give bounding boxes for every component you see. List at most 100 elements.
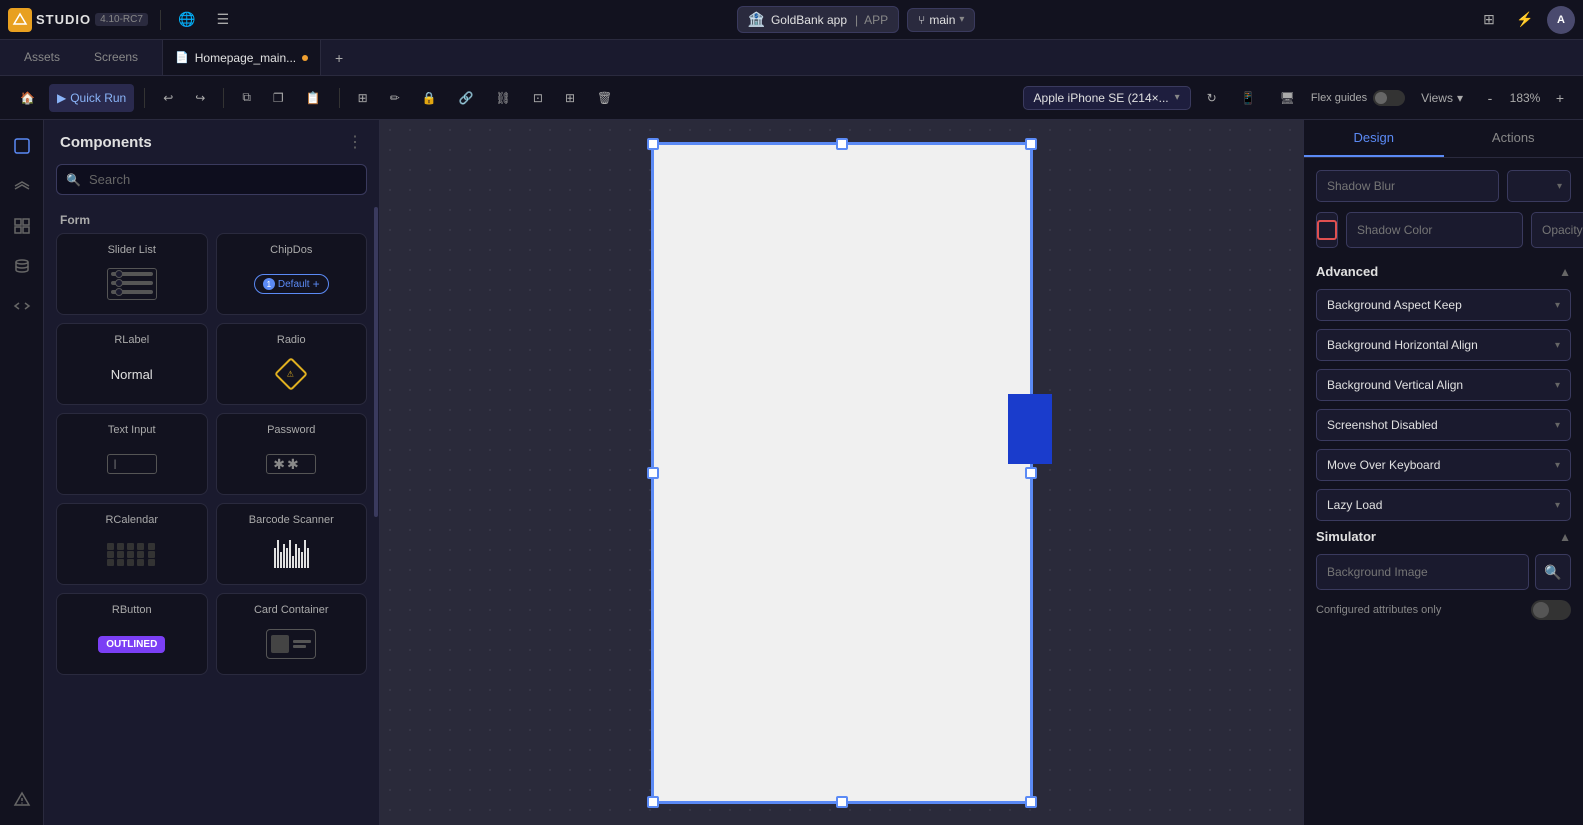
- handle-bottom-left[interactable]: [647, 796, 659, 808]
- advanced-collapse-btn[interactable]: ▲: [1559, 265, 1571, 279]
- handle-mid-left[interactable]: [647, 467, 659, 479]
- flex-guides-label: Flex guides: [1311, 92, 1367, 104]
- copy-icon: ⧉: [242, 90, 251, 105]
- zoom-in-btn[interactable]: +: [1549, 87, 1571, 109]
- quick-run-btn[interactable]: ▶ Quick Run: [49, 84, 134, 112]
- unlink-btn[interactable]: ⛓: [488, 84, 519, 112]
- tab-assets[interactable]: Assets: [8, 40, 76, 75]
- globe-icon-btn[interactable]: 🌐: [173, 6, 201, 34]
- home-btn[interactable]: 🏠: [12, 84, 43, 112]
- file-tab-modified-dot: [302, 55, 308, 61]
- tab-screens[interactable]: Screens: [78, 40, 154, 75]
- background-vertical-align-label: Background Vertical Align: [1327, 378, 1463, 392]
- handle-mid-right[interactable]: [1025, 467, 1037, 479]
- shadow-opacity-input[interactable]: [1531, 212, 1583, 248]
- sidebar-components-icon[interactable]: [4, 208, 40, 244]
- shadow-blur-input[interactable]: [1316, 170, 1499, 202]
- component-label-slider-list: Slider List: [108, 244, 156, 256]
- panel-scrollbar[interactable]: [373, 205, 379, 825]
- delete-btn[interactable]: 🗑: [589, 84, 620, 112]
- menu-icon-btn[interactable]: ☰: [209, 6, 237, 34]
- panel-menu-btn[interactable]: ⋮: [347, 132, 363, 152]
- component-password[interactable]: Password ✱✱: [216, 413, 368, 495]
- sidebar-layers-icon[interactable]: [4, 168, 40, 204]
- lock-btn[interactable]: 🔒: [414, 84, 445, 112]
- component-label-rlabel: RLabel: [114, 334, 149, 346]
- handle-top-center[interactable]: [836, 138, 848, 150]
- background-vertical-align-dropdown[interactable]: Background Vertical Align ▾: [1316, 369, 1571, 401]
- avatar[interactable]: A: [1547, 6, 1575, 34]
- right-panel-content: ▾ Advanced ▲ Backg: [1304, 158, 1583, 825]
- handle-top-right[interactable]: [1025, 138, 1037, 150]
- component-preview-radio: ⚠: [227, 354, 357, 394]
- views-btn[interactable]: Views ▾: [1413, 87, 1471, 109]
- tab-actions[interactable]: Actions: [1444, 120, 1583, 157]
- extensions-icon-btn[interactable]: ⊞: [1475, 6, 1503, 34]
- branch-chevron-icon: ▾: [959, 14, 964, 25]
- topbar-right: ⊞ ⚡ A: [1475, 6, 1575, 34]
- group-icon: ⊞: [358, 91, 368, 105]
- handle-bottom-right[interactable]: [1025, 796, 1037, 808]
- edit-btn[interactable]: ✏: [382, 84, 408, 112]
- duplicate-btn[interactable]: ❐: [265, 84, 292, 112]
- grid-btn[interactable]: ⊞: [557, 84, 583, 112]
- background-image-search-btn[interactable]: 🔍: [1535, 554, 1571, 590]
- wrap-btn[interactable]: ⊡: [525, 84, 551, 112]
- mobile-view-btn[interactable]: 📱: [1233, 84, 1264, 112]
- flash-icon-btn[interactable]: ⚡: [1511, 6, 1539, 34]
- component-radio[interactable]: Radio ⚠: [216, 323, 368, 405]
- device-selector[interactable]: Apple iPhone SE (214×... ▾: [1023, 86, 1191, 110]
- background-horizontal-align-dropdown[interactable]: Background Horizontal Align ▾: [1316, 329, 1571, 361]
- app-logo: STUDIO 4.10-RC7: [8, 8, 148, 32]
- link-btn[interactable]: 🔗: [451, 84, 482, 112]
- sidebar-warning-icon[interactable]: [4, 781, 40, 817]
- desktop-view-btn[interactable]: 🖥: [1272, 84, 1303, 112]
- configured-attributes-thumb: [1533, 602, 1549, 618]
- panel-collapse-btn[interactable]: ‹: [1303, 453, 1304, 493]
- copy-btn[interactable]: ⧉: [234, 84, 259, 112]
- lazy-load-dropdown[interactable]: Lazy Load ▾: [1316, 489, 1571, 521]
- background-aspect-keep-dropdown[interactable]: Background Aspect Keep ▾: [1316, 289, 1571, 321]
- handle-bottom-center[interactable]: [836, 796, 848, 808]
- simulator-collapse-btn[interactable]: ▲: [1559, 530, 1571, 544]
- shadow-color-swatch[interactable]: [1316, 212, 1338, 248]
- component-barcode[interactable]: Barcode Scanner: [216, 503, 368, 585]
- background-image-input[interactable]: [1316, 554, 1529, 590]
- refresh-btn[interactable]: ↻: [1199, 84, 1225, 112]
- component-chipdos[interactable]: ChipDos 1 Default +: [216, 233, 368, 315]
- tab-design[interactable]: Design: [1304, 120, 1444, 157]
- redo-btn[interactable]: ↪: [187, 84, 213, 112]
- configured-attributes-toggle[interactable]: [1531, 600, 1571, 620]
- sidebar-database-icon[interactable]: [4, 248, 40, 284]
- flex-guides-switch[interactable]: [1373, 90, 1405, 106]
- sidebar-home-icon[interactable]: [4, 128, 40, 164]
- device-frame[interactable]: [652, 143, 1032, 803]
- component-card-container[interactable]: Card Container: [216, 593, 368, 675]
- blue-element[interactable]: [1008, 394, 1052, 464]
- component-rlabel[interactable]: RLabel Normal: [56, 323, 208, 405]
- zoom-out-btn[interactable]: -: [1479, 87, 1501, 109]
- group-btn[interactable]: ⊞: [350, 84, 376, 112]
- app-pill-type: |: [855, 13, 858, 27]
- handle-top-left[interactable]: [647, 138, 659, 150]
- undo-btn[interactable]: ↩: [155, 84, 181, 112]
- app-pill[interactable]: 🏦 GoldBank app | APP: [737, 6, 900, 33]
- branch-pill[interactable]: ⑂ main ▾: [907, 8, 975, 32]
- canvas-area[interactable]: [380, 120, 1303, 825]
- paste-btn[interactable]: 📋: [298, 84, 329, 112]
- component-preview-password: ✱✱: [227, 444, 357, 484]
- branch-icon: ⑂: [918, 13, 925, 27]
- search-input[interactable]: [56, 164, 367, 195]
- component-slider-list[interactable]: Slider List: [56, 233, 208, 315]
- component-text-input[interactable]: Text Input |: [56, 413, 208, 495]
- shadow-blur-dropdown[interactable]: ▾: [1507, 170, 1571, 202]
- shadow-color-input[interactable]: [1346, 212, 1523, 248]
- component-rcalendar[interactable]: RCalendar: [56, 503, 208, 585]
- move-over-keyboard-dropdown[interactable]: Move Over Keyboard ▾: [1316, 449, 1571, 481]
- screenshot-disabled-dropdown[interactable]: Screenshot Disabled ▾: [1316, 409, 1571, 441]
- sidebar-code-icon[interactable]: [4, 288, 40, 324]
- add-tab-btn[interactable]: +: [325, 44, 353, 72]
- component-rbutton[interactable]: RButton OUTLINED: [56, 593, 208, 675]
- file-tab[interactable]: 📄 Homepage_main...: [163, 40, 321, 75]
- screenshot-disabled-label: Screenshot Disabled: [1327, 418, 1438, 432]
